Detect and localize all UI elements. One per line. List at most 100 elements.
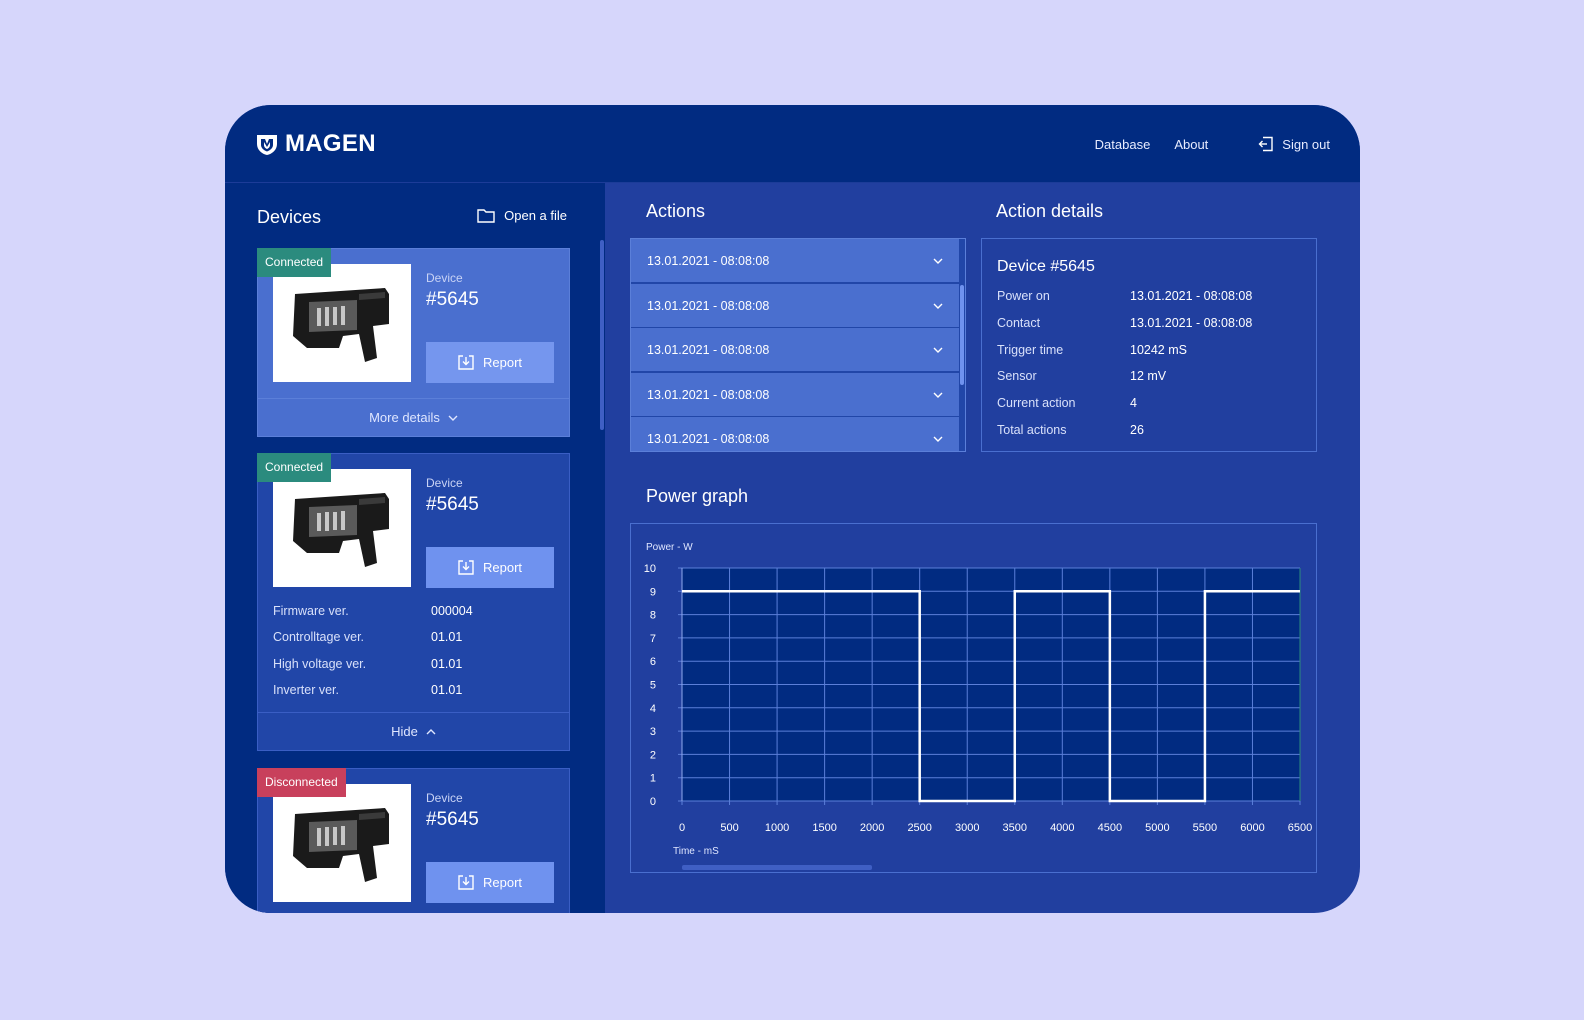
report-label: Report: [482, 560, 523, 575]
shield-logo-icon: [257, 135, 277, 155]
device-label: Device: [426, 791, 463, 805]
hide-details-toggle[interactable]: Hide: [258, 712, 569, 750]
status-badge: Connected: [257, 453, 332, 482]
detail-label: Contact: [997, 316, 1041, 330]
detail-value: 13.01.2021 - 08:08:08: [1130, 289, 1253, 303]
detail-label: Power on: [997, 289, 1050, 303]
x-tick-label: 2500: [907, 822, 931, 834]
action-item[interactable]: 13.01.2021 - 08:08:08: [631, 239, 959, 283]
x-tick-label: 4000: [1050, 822, 1074, 834]
spec-value: 000004: [431, 604, 473, 618]
logo-text: MAGEN: [285, 130, 376, 157]
y-tick-label: 4: [650, 703, 656, 715]
y-tick-label: 9: [650, 586, 656, 598]
more-details-toggle[interactable]: More details: [258, 398, 569, 436]
report-button[interactable]: Report: [426, 342, 554, 383]
detail-label: Trigger time: [997, 343, 1064, 357]
device-label: Device: [426, 476, 463, 490]
download-icon: [458, 560, 474, 575]
details-device: Device #5645: [997, 258, 1095, 275]
spec-label: High voltage ver.: [273, 657, 367, 671]
x-tick-label: 5500: [1193, 822, 1217, 834]
power-graph-panel: 0 500 1000 1500 2000 2500 3000 3500 4000 4500 5000…: [630, 523, 1317, 873]
taser-device-icon: [293, 493, 389, 567]
x-tick-label: 1000: [765, 822, 789, 834]
x-tick-label: 3000: [955, 822, 979, 834]
chevron-down-icon: [448, 415, 458, 421]
x-tick-label: 6000: [1240, 822, 1264, 834]
action-timestamp: 13.01.2021 - 08:08:08: [647, 431, 770, 446]
detail-value: 13.01.2021 - 08:08:08: [1130, 316, 1253, 330]
folder-icon: [477, 209, 495, 223]
x-axis-label: Time - mS: [673, 846, 719, 857]
devices-sidebar: Devices Open a file Connected Device #56…: [225, 183, 605, 913]
app-window: MAGEN Database About Sign out Devices Op…: [225, 105, 1360, 913]
chevron-up-icon: [426, 728, 436, 734]
spec-label: Controlltage ver.: [273, 630, 365, 644]
chevron-down-icon: [933, 392, 943, 398]
action-timestamp: 13.01.2021 - 08:08:08: [647, 387, 770, 402]
nav-database[interactable]: Database: [1095, 137, 1151, 152]
actions-list: 13.01.2021 - 08:08:08 13.01.2021 - 08:08…: [630, 238, 966, 452]
status-badge: Disconnected: [257, 768, 346, 797]
x-tick-label: 500: [720, 822, 738, 834]
more-details-label: More details: [369, 410, 440, 425]
open-file-button[interactable]: Open a file: [477, 208, 567, 223]
actions-scrollbar[interactable]: [960, 285, 964, 385]
open-file-label: Open a file: [504, 208, 567, 223]
x-tick-label: 5000: [1145, 822, 1169, 834]
action-timestamp: 13.01.2021 - 08:08:08: [647, 253, 770, 268]
y-tick-label: 10: [644, 563, 656, 575]
report-label: Report: [482, 355, 523, 370]
sign-out-icon: [1258, 136, 1273, 152]
detail-label: Sensor: [997, 369, 1037, 383]
taser-device-icon: [293, 288, 389, 362]
download-icon: [458, 875, 474, 890]
report-button[interactable]: Report: [426, 862, 554, 903]
logo[interactable]: MAGEN: [255, 130, 376, 158]
taser-device-icon: [293, 808, 389, 882]
y-tick-label: 1: [650, 773, 656, 785]
y-tick-label: 7: [650, 633, 656, 645]
chevron-down-icon: [933, 303, 943, 309]
report-button[interactable]: Report: [426, 547, 554, 588]
y-tick-label: 2: [650, 749, 656, 761]
sign-out-button[interactable]: Sign out: [1258, 136, 1330, 152]
chevron-down-icon: [933, 258, 943, 264]
action-item[interactable]: 13.01.2021 - 08:08:08: [631, 328, 959, 372]
device-card: Connected Device #5645 Report More detai…: [257, 248, 570, 437]
action-timestamp: 13.01.2021 - 08:08:08: [647, 342, 770, 357]
detail-value: 26: [1130, 423, 1144, 437]
y-tick-label: 5: [650, 680, 656, 692]
x-tick-label: 6500: [1288, 822, 1312, 834]
spec-label: Firmware ver.: [273, 604, 349, 618]
y-tick-label: 0: [650, 796, 656, 808]
top-bar: MAGEN Database About Sign out: [225, 105, 1360, 183]
device-card: Connected Device #5645 Report Firmware v…: [257, 453, 570, 751]
y-axis-label: Power - W: [646, 542, 693, 553]
spec-label: Inverter ver.: [273, 683, 339, 697]
sidebar-scrollbar[interactable]: [600, 240, 604, 430]
detail-value: 4: [1130, 396, 1137, 410]
device-card: Disconnected Device #5645 Report: [257, 768, 570, 913]
power-chart: 0 500 1000 1500 2000 2500 3000 3500 4000 4500 5000…: [644, 542, 1312, 857]
device-number: #5645: [426, 289, 479, 310]
spec-value: 01.01: [431, 630, 463, 644]
power-graph-title: Power graph: [646, 486, 749, 506]
action-item[interactable]: 13.01.2021 - 08:08:08: [631, 373, 959, 417]
status-badge: Connected: [257, 248, 332, 277]
actions-title: Actions: [646, 201, 706, 221]
action-item[interactable]: 13.01.2021 - 08:08:08: [631, 417, 959, 451]
action-details-panel: Device #5645 Power on 13.01.2021 - 08:08…: [981, 238, 1317, 452]
graph-scrollbar[interactable]: [682, 865, 872, 870]
action-item[interactable]: 13.01.2021 - 08:08:08: [631, 284, 959, 328]
detail-value: 12 mV: [1130, 369, 1167, 383]
device-image: [273, 264, 411, 382]
download-icon: [458, 355, 474, 370]
x-tick-label: 4500: [1098, 822, 1122, 834]
device-number: #5645: [426, 809, 479, 830]
device-image: [273, 784, 411, 902]
nav-about[interactable]: About: [1174, 137, 1208, 152]
action-details-title: Action details: [996, 201, 1104, 221]
hide-label: Hide: [391, 724, 418, 739]
